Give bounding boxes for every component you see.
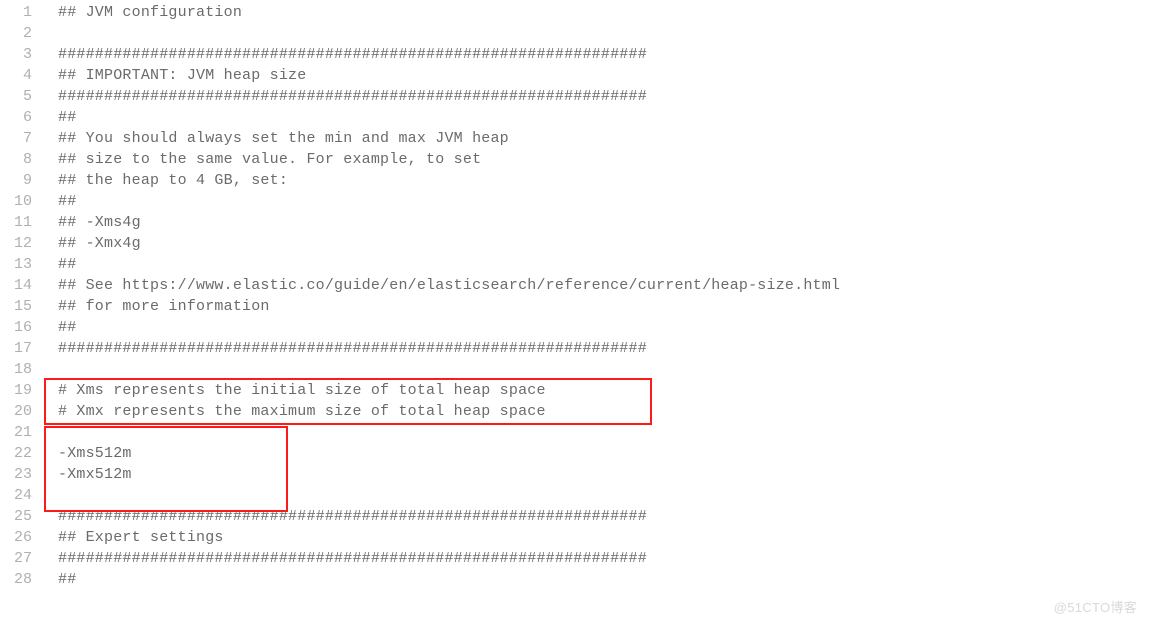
code-line: ## size to the same value. For example, … — [58, 149, 1155, 170]
line-number: 4 — [6, 65, 32, 86]
line-number: 8 — [6, 149, 32, 170]
code-line: ########################################… — [58, 44, 1155, 65]
code-line — [58, 359, 1155, 380]
line-number: 2 — [6, 23, 32, 44]
line-number: 17 — [6, 338, 32, 359]
code-line: -Xmx512m — [58, 464, 1155, 485]
code-line: -Xms512m — [58, 443, 1155, 464]
line-number: 10 — [6, 191, 32, 212]
line-number: 1 — [6, 2, 32, 23]
code-editor: 1234567891011121314151617181920212223242… — [0, 0, 1155, 590]
code-line: ## JVM configuration — [58, 2, 1155, 23]
line-number: 3 — [6, 44, 32, 65]
line-number: 5 — [6, 86, 32, 107]
code-line: ########################################… — [58, 548, 1155, 569]
code-line: # Xmx represents the maximum size of tot… — [58, 401, 1155, 422]
line-number: 18 — [6, 359, 32, 380]
code-line: ########################################… — [58, 338, 1155, 359]
line-number: 20 — [6, 401, 32, 422]
code-line: ########################################… — [58, 506, 1155, 527]
code-line: ## IMPORTANT: JVM heap size — [58, 65, 1155, 86]
code-line: ## Expert settings — [58, 527, 1155, 548]
line-number: 7 — [6, 128, 32, 149]
line-number: 11 — [6, 212, 32, 233]
code-line: ## — [58, 317, 1155, 338]
code-line — [58, 422, 1155, 443]
code-line: ## the heap to 4 GB, set: — [58, 170, 1155, 191]
code-line: ## See https://www.elastic.co/guide/en/e… — [58, 275, 1155, 296]
line-number: 26 — [6, 527, 32, 548]
code-line: # Xms represents the initial size of tot… — [58, 380, 1155, 401]
code-line: ## for more information — [58, 296, 1155, 317]
line-number: 27 — [6, 548, 32, 569]
line-number: 24 — [6, 485, 32, 506]
line-number: 19 — [6, 380, 32, 401]
line-number: 28 — [6, 569, 32, 590]
code-line — [58, 23, 1155, 44]
code-line: ## -Xmx4g — [58, 233, 1155, 254]
code-line: ## You should always set the min and max… — [58, 128, 1155, 149]
watermark: @51CTO博客 — [1054, 597, 1137, 616]
line-number: 15 — [6, 296, 32, 317]
line-number: 14 — [6, 275, 32, 296]
code-line: ## -Xms4g — [58, 212, 1155, 233]
code-line: ## — [58, 191, 1155, 212]
line-number: 25 — [6, 506, 32, 527]
code-content: ## JVM configuration####################… — [42, 2, 1155, 590]
code-line: ## — [58, 254, 1155, 275]
code-line: ########################################… — [58, 86, 1155, 107]
line-number: 13 — [6, 254, 32, 275]
code-line: ## — [58, 569, 1155, 590]
line-number: 6 — [6, 107, 32, 128]
line-number: 12 — [6, 233, 32, 254]
line-number: 16 — [6, 317, 32, 338]
line-number: 21 — [6, 422, 32, 443]
line-number: 22 — [6, 443, 32, 464]
code-line: ## — [58, 107, 1155, 128]
code-line — [58, 485, 1155, 506]
line-number: 9 — [6, 170, 32, 191]
line-number-gutter: 1234567891011121314151617181920212223242… — [0, 2, 42, 590]
line-number: 23 — [6, 464, 32, 485]
